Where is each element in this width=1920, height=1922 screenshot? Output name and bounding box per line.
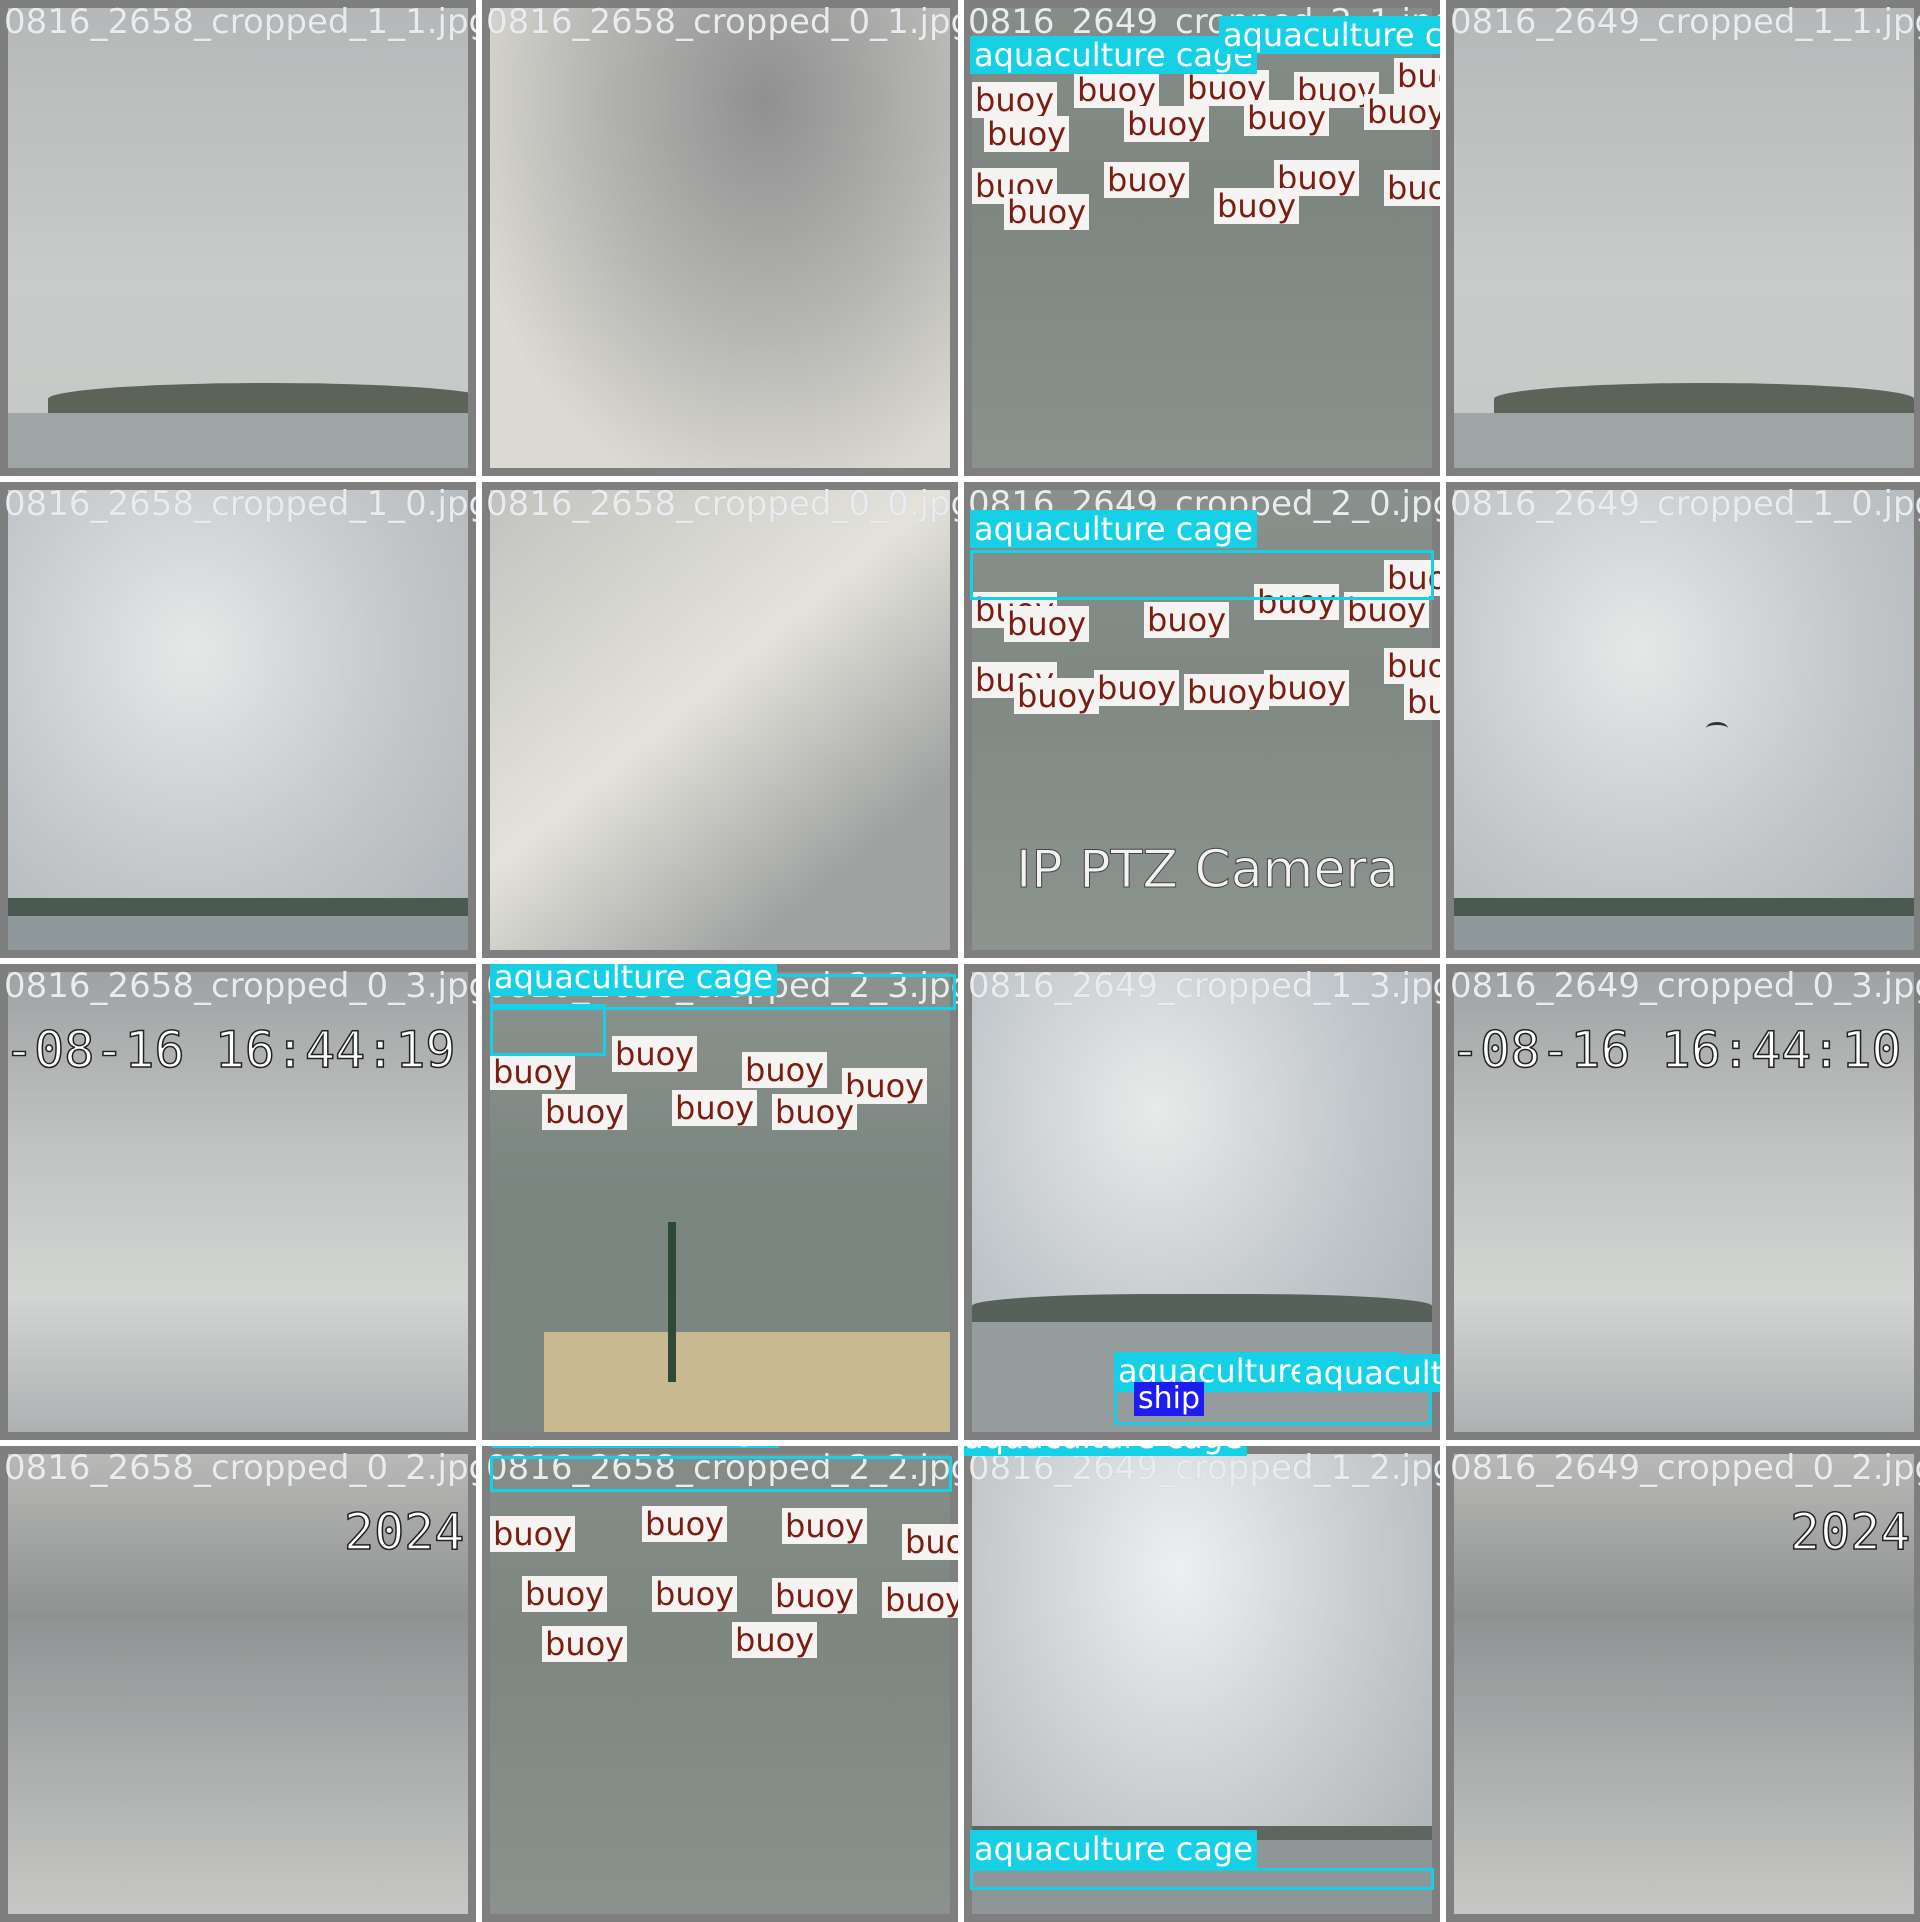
timestamp: -08-16 16:44:19 [3, 1021, 456, 1079]
buoy-label: buoy [1184, 674, 1270, 710]
buoy-label: buoy [542, 1626, 628, 1662]
buoy-label: buoy [1364, 94, 1440, 130]
tile[interactable]: 0816_2658_cropped_0_0.jpg [482, 482, 958, 958]
tile[interactable]: 0816_2649_cropped_1_2.jpg aquaculture ca… [964, 1446, 1440, 1922]
buoy-label: buoy [1094, 670, 1180, 706]
buoy-label: buoy [882, 1582, 958, 1618]
tile-filename: 0816_2649_cropped_0_3.jpg [1450, 966, 1920, 1006]
concrete-pier [544, 1332, 950, 1432]
buoy-label: buoy [1104, 162, 1190, 198]
detection-mosaic: 0816_2658_cropped_1_1.jpg 0816_2658_crop… [0, 0, 1920, 1922]
cage-label: aquaculture cage [964, 1446, 1247, 1456]
shoreline [8, 898, 468, 918]
buoy-label: buoy [1074, 72, 1160, 108]
tile-filename: 0816_2658_cropped_0_3.jpg [4, 966, 476, 1006]
tile[interactable]: 0816_2658_cropped_0_1.jpg [482, 0, 958, 476]
tile[interactable]: 0816_2658_cropped_0_2.jpg 2024 [0, 1446, 476, 1922]
tile[interactable]: 0816_2649_cropped_1_1.jpg [1446, 0, 1920, 476]
tile[interactable]: 0816_2658_cropped_1_0.jpg [0, 482, 476, 958]
buoy-label: buoy [1244, 100, 1330, 136]
tile[interactable]: 0816_2649_cropped_2_0.jpg aquaculture ca… [964, 482, 1440, 958]
tile[interactable]: 0816_2658_cropped_2_2.jpg aquaculture ca… [482, 1446, 958, 1922]
buoy-label: buoy [972, 82, 1058, 118]
tile-filename: 0816_2649_cropped_1_1.jpg [1450, 2, 1920, 42]
cage-box [970, 550, 1434, 600]
buoy-label: buoy [984, 116, 1070, 152]
tile-filename: 0816_2658_cropped_0_2.jpg [4, 1448, 476, 1488]
cage-box [970, 1868, 1434, 1890]
tile[interactable]: 0816_2649_cropped_1_3.jpg aquaculture ca… [964, 964, 1440, 1440]
buoy-label: buoy [490, 1516, 576, 1552]
cage-label: aquaculture cage [1219, 16, 1440, 54]
sea-photo [1454, 8, 1914, 468]
camera-watermark: IP PTZ Camera [1016, 840, 1400, 901]
year-stamp: 2024 [1789, 1503, 1911, 1561]
buoy-label: buoy [742, 1052, 828, 1088]
ship-label: ship [1134, 1382, 1205, 1416]
tile[interactable]: 0816_2658_cropped_0_3.jpg -08-16 16:44:1… [0, 964, 476, 1440]
buoy-label: buoy [612, 1036, 698, 1072]
cage-label: aquaculture cage [970, 36, 1257, 74]
sea-surface [8, 916, 468, 950]
cage-label: aquaculture cage [970, 510, 1257, 548]
tile-filename: 0816_2649_cropped_1_3.jpg [968, 966, 1440, 1006]
cage-box [490, 1456, 952, 1492]
buoy-label: buoy [772, 1578, 858, 1614]
buoy-label: buoy [652, 1576, 738, 1612]
sea-surface [8, 413, 468, 468]
buoy-label: buoy [902, 1524, 958, 1560]
buoy-label: buoy [672, 1090, 758, 1126]
buoy-label: buoy [642, 1506, 728, 1542]
tile[interactable]: 0816_2649_cropped_0_2.jpg 2024 [1446, 1446, 1920, 1922]
timestamp: -08-16 16:44:10 [1449, 1021, 1902, 1079]
sea-photo [8, 490, 468, 950]
island-silhouette [1494, 383, 1914, 415]
cage-label: aquaculture cage [490, 964, 777, 996]
pier-pole [668, 1222, 676, 1382]
sea-surface [1454, 413, 1914, 468]
sea-photo [8, 8, 468, 468]
buoy-label: buoy [732, 1622, 818, 1658]
tile-filename: 0816_2658_cropped_1_1.jpg [4, 2, 476, 42]
buoy-label: buoy [782, 1508, 868, 1544]
tile[interactable]: 0816_2658_cropped_1_1.jpg [0, 0, 476, 476]
sea-surface [1454, 916, 1914, 950]
tile[interactable]: 0816_2649_cropped_0_3.jpg -08-16 16:44:1… [1446, 964, 1920, 1440]
island-silhouette [48, 383, 468, 415]
sky-photo [490, 490, 950, 950]
island-silhouette [972, 1294, 1432, 1324]
buoy-label: buoy [1404, 684, 1440, 720]
tile[interactable]: 0816_2649_cropped_1_0.jpg [1446, 482, 1920, 958]
buoy-label: buoy [1004, 194, 1090, 230]
bird-icon [1706, 722, 1728, 735]
buoy-label: buoy [1394, 58, 1440, 94]
cage-label: aquaculture cage [1300, 1354, 1440, 1392]
tile-filename: 0816_2658_cropped_0_0.jpg [486, 484, 958, 524]
buoy-label: buoy [542, 1094, 628, 1130]
tile[interactable]: 0816_2658_cropped_2_3.jpg aquaculture ca… [482, 964, 958, 1440]
tile[interactable]: 0816_2649_cropped_2_1.jpg aquaculture ca… [964, 0, 1440, 476]
sea-photo [1454, 490, 1914, 950]
tile-filename: 0816_2649_cropped_0_2.jpg [1450, 1448, 1920, 1488]
shoreline [1454, 898, 1914, 918]
tile-filename: 0816_2649_cropped_1_0.jpg [1450, 484, 1920, 524]
year-stamp: 2024 [343, 1503, 465, 1561]
cage-box [490, 1004, 606, 1056]
buoy-label: buoy [490, 1054, 576, 1090]
buoy-label: buoy [1214, 188, 1300, 224]
buoy-label: buoy [1384, 170, 1440, 206]
buoy-label: buoy [772, 1094, 858, 1130]
buoy-label: buoy [1384, 648, 1440, 684]
buoy-label: buoy [1014, 678, 1100, 714]
cage-label: aquaculture cage [970, 1830, 1257, 1868]
tile-filename: 0816_2658_cropped_0_1.jpg [486, 2, 958, 42]
buoy-label: buoy [1124, 106, 1210, 142]
buoy-label: buoy [1264, 670, 1350, 706]
cage-label: aquaculture cage [492, 1446, 779, 1448]
buoy-label: buoy [1144, 602, 1230, 638]
buoy-label: buoy [1004, 606, 1090, 642]
sky-photo [490, 8, 950, 468]
buoy-label: buoy [522, 1576, 608, 1612]
tile-filename: 0816_2658_cropped_1_0.jpg [4, 484, 476, 524]
